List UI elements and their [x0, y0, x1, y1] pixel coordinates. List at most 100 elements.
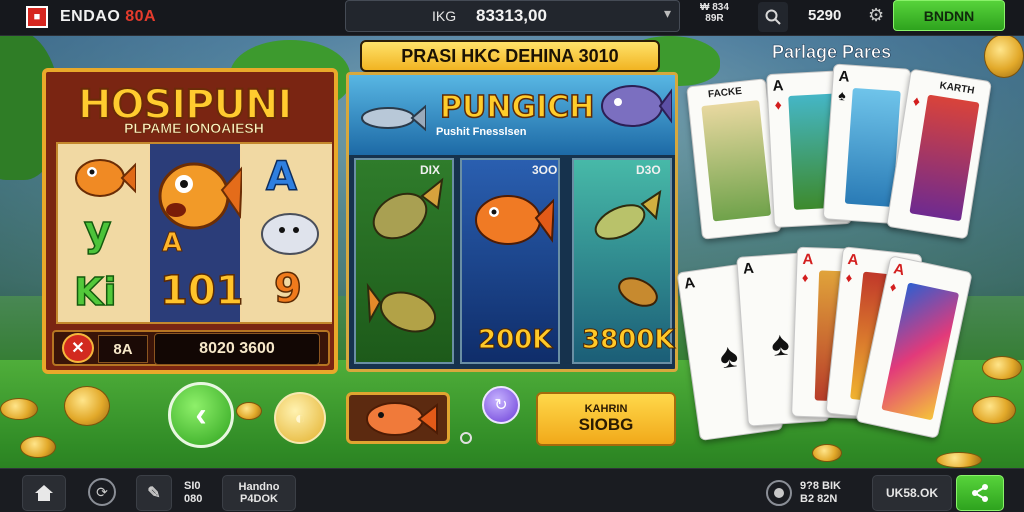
record-button[interactable] — [766, 480, 792, 506]
mini-stat: ₩ 834 89R — [700, 2, 729, 24]
home-button[interactable] — [22, 475, 66, 511]
fish-symbol-icon — [158, 162, 242, 230]
gold-coin-decoration — [64, 386, 110, 426]
mini-stat-top: ₩ 834 — [700, 2, 729, 13]
bet-value[interactable]: 8A — [98, 335, 148, 363]
chevron-down-icon[interactable]: ▾ — [664, 5, 671, 22]
fish-icon — [475, 195, 554, 245]
wallet-button[interactable]: UK58.OK — [872, 475, 952, 511]
diamond-suit-icon: ♦ — [888, 278, 899, 295]
fish-game-banner: PRASI HKC DEHINA 3010 — [360, 40, 660, 72]
fish-header-icon — [361, 104, 426, 132]
handno-label: Handno — [238, 481, 280, 493]
fish-icon — [372, 177, 444, 240]
brand-accent: 80A — [125, 8, 157, 25]
spin-value: SIOBG — [578, 415, 634, 434]
pencil-icon: ✎ — [147, 485, 161, 502]
coin-icon: ◐ — [294, 407, 306, 428]
fish-column-tag: 3OO — [532, 163, 558, 177]
gold-coin-decoration — [20, 436, 56, 458]
fish-symbol-icon — [75, 159, 136, 197]
bottom-counter-bottom: B2 82N — [800, 493, 838, 505]
slot-game-subtitle: PLPAME IONOAIESH — [124, 120, 264, 137]
gold-coin-decoration — [972, 396, 1016, 424]
card-corner: A — [838, 67, 851, 86]
edit-button[interactable]: ✎ — [136, 475, 172, 511]
spin-label: KAHRIN — [584, 403, 628, 415]
slot-symbol: Ki — [73, 269, 117, 315]
share-button[interactable] — [956, 475, 1004, 511]
spade-suit-icon: ♠ — [717, 336, 741, 377]
slot-symbol: 101 — [159, 267, 244, 315]
card-art — [701, 100, 772, 222]
balance-display[interactable]: IKG 83313,00 ▾ — [345, 0, 680, 32]
app-logo-icon[interactable]: ■ — [26, 6, 48, 28]
fish-tile-icon — [366, 402, 438, 436]
search-button[interactable] — [758, 2, 788, 32]
card-art — [909, 94, 980, 222]
share-icon — [972, 484, 988, 502]
info-icon: ↻ — [494, 397, 508, 414]
card-corner: A — [742, 259, 755, 278]
gold-coin-decoration — [812, 444, 842, 462]
spin-button[interactable]: KAHRIN SIOBG — [536, 392, 676, 446]
slot-symbol: A — [161, 228, 183, 259]
mini-stat-bottom: 89R — [705, 13, 724, 24]
fish-icon — [618, 277, 658, 307]
bottom-counter-top: 9?8 BIK — [800, 480, 841, 492]
diamond-suit-icon: ♦ — [911, 92, 922, 110]
card-corner: A — [892, 260, 907, 280]
close-icon: ✕ — [71, 340, 85, 357]
coin-button[interactable]: ◐ — [274, 392, 326, 444]
gold-coin-decoration — [236, 402, 262, 420]
fish-icon — [366, 282, 437, 333]
refresh-icon: ⟳ — [96, 483, 108, 500]
fish-icon — [594, 189, 662, 240]
credit-value: 8020 3600 — [154, 333, 320, 365]
gold-coin-decoration — [984, 34, 1024, 78]
slot-symbol: y — [83, 205, 112, 256]
info-button[interactable]: ↻ — [482, 386, 520, 424]
fish-column-value: 200K — [477, 325, 553, 356]
stake-value: 5290 — [808, 7, 842, 24]
card-label: FACKE — [707, 85, 743, 101]
fish-column-value: 3800K — [582, 325, 676, 356]
logo-badge: ■ — [33, 11, 41, 23]
cards-panel-title: Parlage Pares — [772, 42, 892, 63]
fish-game-logo: PUNGICH — [439, 89, 595, 126]
fish-game-logo-sub: Pushit Fnesslsen — [436, 126, 527, 138]
record-icon — [774, 488, 784, 498]
spade-suit-icon: ♠ — [770, 324, 791, 364]
slot-symbol: A — [265, 153, 297, 201]
dot-indicator — [460, 432, 472, 444]
slot-reels[interactable]: A y A Ki 101 9 — [56, 142, 332, 324]
handno-value: P4DOK — [240, 493, 278, 505]
brand-main: ENDAO — [60, 8, 121, 25]
refresh-button[interactable]: ⟳ — [88, 478, 116, 506]
top-action-button[interactable]: BNDNN — [893, 0, 1005, 31]
spade-suit-icon: ♠ — [837, 86, 847, 104]
fish-header-icon — [601, 85, 672, 127]
settings-gear-icon[interactable]: ⚙ — [868, 5, 884, 26]
diamond-suit-icon: ♦ — [774, 96, 783, 113]
card-corner: A — [802, 250, 814, 269]
card-corner: A — [683, 274, 697, 293]
close-slot-button[interactable]: ✕ — [62, 333, 94, 363]
fish-column-tag: D3O — [636, 163, 661, 177]
gold-coin-decoration — [936, 452, 982, 468]
gold-coin-decoration — [982, 356, 1022, 380]
balance-value: 83313,00 — [476, 6, 547, 25]
bottom-stat-bottom: 080 — [184, 493, 203, 505]
fish-select-tile[interactable] — [346, 392, 450, 444]
card-label: KARTH — [938, 80, 976, 97]
diamond-suit-icon: ♦ — [801, 269, 809, 286]
balance-label: IKG — [432, 8, 457, 24]
bottom-stat: SI0 080 — [184, 480, 202, 506]
card-corner: A — [846, 250, 860, 269]
home-icon — [35, 485, 53, 501]
gold-coin-decoration — [0, 398, 38, 420]
pufferfish-symbol-icon — [261, 213, 319, 255]
back-button[interactable]: ‹ — [168, 382, 234, 448]
search-icon — [765, 9, 781, 25]
handno-button[interactable]: Handno P4DOK — [222, 475, 296, 511]
